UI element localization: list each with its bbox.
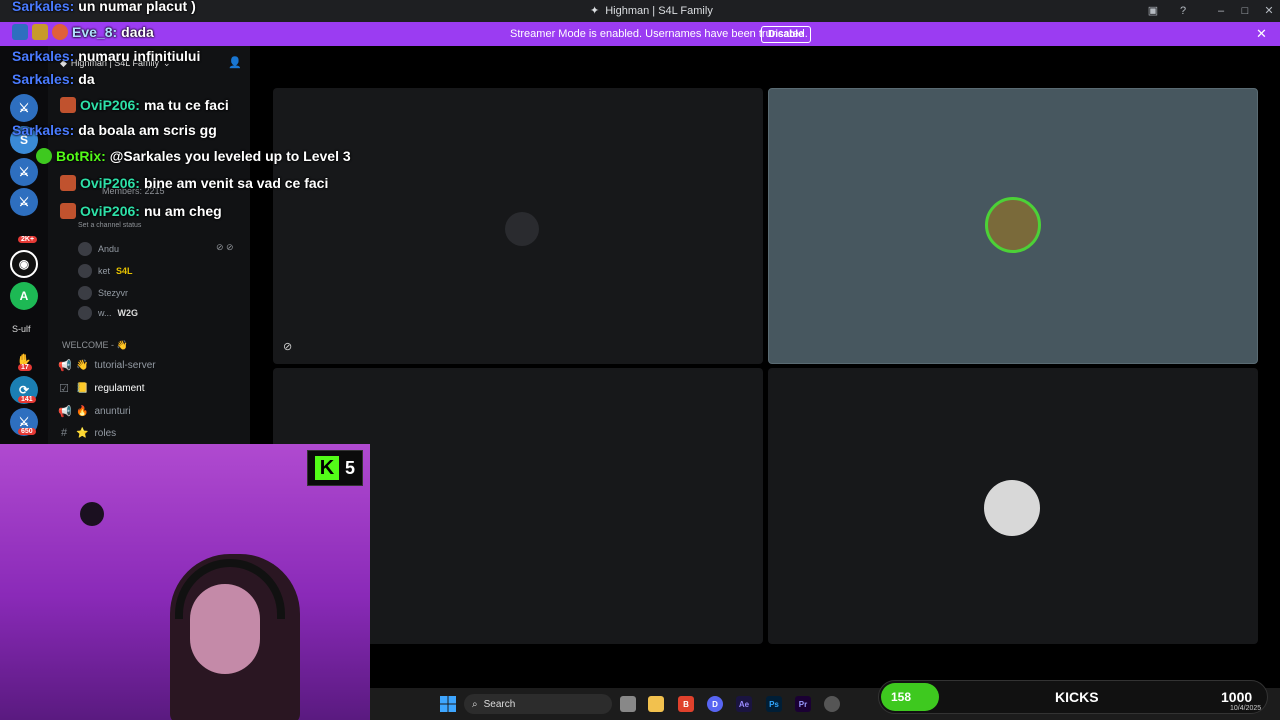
discord-icon[interactable]: D	[707, 696, 723, 712]
rules-icon: ☑	[59, 382, 69, 395]
discord-icon: ✦	[590, 5, 600, 17]
notification-badge: 2K+	[18, 236, 38, 243]
taskbar-search[interactable]: ⌕ Search	[464, 694, 612, 714]
avatar	[78, 242, 92, 256]
chat-message: OviP206: bine am venit sa vad ce faci	[60, 175, 328, 191]
channel-roles[interactable]: # ⭐ roles	[58, 424, 116, 442]
minimize-button[interactable]: –	[1214, 4, 1228, 18]
inbox-icon[interactable]: ▣	[1146, 4, 1160, 18]
video-tile-speaking[interactable]	[768, 88, 1258, 364]
participant-avatar	[505, 212, 539, 246]
brave-icon[interactable]: B	[678, 696, 694, 712]
kick-count: 5	[344, 457, 355, 478]
chat-message: Sarkales: da	[12, 71, 95, 87]
chat-message: OviP206: nu am cheg	[60, 203, 222, 219]
member-tag: W2G	[117, 308, 139, 318]
file-explorer-icon[interactable]	[648, 696, 664, 712]
close-button[interactable]: ✕	[1262, 4, 1276, 18]
voice-member[interactable]: Andu	[78, 242, 119, 256]
search-icon: ⌕	[472, 698, 478, 710]
taskbar-date: 10/4/2025	[1230, 705, 1262, 712]
window-title: ✦ Highman | S4L Family	[590, 4, 713, 18]
after-effects-icon[interactable]: Ae	[736, 696, 752, 712]
verified-icon	[36, 148, 52, 164]
chat-message: Sarkales: da boala am scris gg	[12, 122, 217, 138]
category-header[interactable]: WELCOME - 👋	[62, 340, 128, 351]
kick-badge: K 5	[307, 450, 363, 486]
chat-message: BotRix: @Sarkales you leveled up to Leve…	[36, 148, 351, 164]
crown-icon	[32, 24, 48, 40]
kick-logo-icon: K	[314, 456, 339, 480]
hash-icon: #	[60, 427, 68, 439]
photoshop-icon[interactable]: Ps	[766, 696, 782, 712]
server-icon[interactable]: A	[10, 282, 38, 310]
muted-icon: ⊘ ⊘	[216, 242, 234, 252]
notification-badge: 141	[18, 396, 36, 403]
close-banner-icon[interactable]: ✕	[1256, 26, 1267, 42]
camera-off-icon: ⊘	[283, 341, 293, 353]
badge-icon	[60, 203, 76, 219]
avatar	[78, 264, 92, 278]
kicks-progress-fill: 158	[881, 683, 939, 711]
member-tag: S4L	[116, 266, 133, 276]
ceiling-light	[80, 502, 104, 526]
avatar	[78, 286, 92, 300]
voice-member[interactable]: w... W2G	[78, 306, 138, 320]
server-label: S-ulf	[12, 324, 31, 334]
badge-icon	[12, 24, 28, 40]
premiere-icon[interactable]: Pr	[795, 696, 811, 712]
notification-badge: 17	[18, 364, 32, 371]
badge-icon	[60, 175, 76, 191]
obs-icon[interactable]	[824, 696, 840, 712]
chat-message: Eve_8: dada	[12, 24, 154, 40]
disable-streamer-mode-button[interactable]: Disable	[761, 26, 811, 43]
chat-message: Sarkales: numaru infinitiului	[12, 48, 201, 64]
stream-chat-overlay: Sarkales: un numar placut ) Eve_8: dada …	[0, 0, 420, 230]
kicks-label: KICKS	[1055, 689, 1099, 705]
task-view-icon[interactable]	[620, 696, 636, 712]
avatar	[78, 306, 92, 320]
help-icon[interactable]: ?	[1176, 4, 1190, 18]
participant-avatar	[985, 197, 1041, 253]
kicks-goal-bar: 158 KICKS 1000	[878, 680, 1268, 714]
windows-start-icon[interactable]	[440, 696, 456, 712]
announcement-icon: 📢	[58, 359, 72, 372]
channel-anunturi[interactable]: 📢 🔥 anunturi	[58, 402, 131, 420]
badge-icon	[60, 97, 76, 113]
server-icon[interactable]: ◉	[10, 250, 38, 278]
chat-message: OviP206: ma tu ce faci	[60, 97, 229, 113]
chat-message: Sarkales: un numar placut )	[12, 0, 196, 14]
video-tile[interactable]	[768, 368, 1258, 644]
channel-tutorial-server[interactable]: 📢 👋 tutorial-server	[58, 356, 156, 374]
voice-member[interactable]: ket S4L	[78, 264, 133, 278]
announcement-icon: 📢	[58, 405, 72, 418]
voice-member[interactable]: Stezyvr	[78, 286, 128, 300]
maximize-button[interactable]: □	[1238, 4, 1252, 18]
badge-icon	[52, 24, 68, 40]
channel-regulament[interactable]: ☑ 📒 regulament	[58, 379, 144, 397]
kicks-goal-value: 1000	[1221, 689, 1253, 705]
participant-avatar	[984, 480, 1040, 536]
notification-badge: 650	[18, 428, 36, 435]
